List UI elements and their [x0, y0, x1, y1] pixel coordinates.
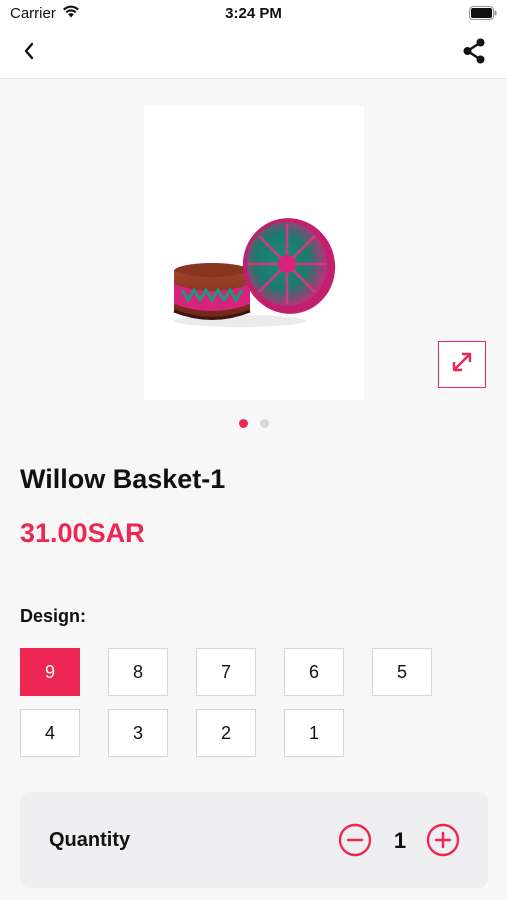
design-option-2[interactable]: 2: [196, 709, 256, 757]
share-icon: [462, 38, 486, 69]
quantity-card: Quantity 1: [20, 792, 488, 888]
pager-dot-2[interactable]: [259, 419, 269, 428]
design-option-6[interactable]: 6: [284, 648, 344, 696]
minus-circle-icon: [338, 823, 372, 861]
quantity-label: Quantity: [49, 829, 131, 851]
expand-icon: [449, 349, 475, 380]
back-button[interactable]: [12, 36, 46, 70]
product-title: Willow Basket-1: [20, 464, 226, 494]
design-option-3[interactable]: 3: [108, 709, 168, 757]
design-option-1[interactable]: 1: [284, 709, 344, 757]
nav-bar: [0, 28, 507, 79]
status-bar: Carrier 3:24 PM: [0, 0, 507, 28]
design-option-4[interactable]: 4: [20, 709, 80, 757]
design-option-9[interactable]: 9: [20, 648, 80, 696]
plus-circle-icon: [426, 823, 460, 861]
design-option-7[interactable]: 7: [196, 648, 256, 696]
product-price: 31.00SAR: [20, 518, 145, 548]
design-label: Design:: [20, 606, 87, 626]
share-button[interactable]: [457, 36, 491, 70]
decrease-quantity-button[interactable]: [338, 823, 372, 857]
image-pager: [0, 419, 507, 428]
quantity-value: 1: [393, 828, 407, 853]
product-image[interactable]: [144, 106, 364, 400]
battery-icon: [469, 6, 497, 24]
increase-quantity-button[interactable]: [426, 823, 460, 857]
design-option-5[interactable]: 5: [372, 648, 432, 696]
clock: 3:24 PM: [225, 5, 282, 22]
pager-dot-1[interactable]: [238, 419, 248, 428]
chevron-left-icon: [23, 42, 35, 65]
design-option-8[interactable]: 8: [108, 648, 168, 696]
willow-basket-image: [173, 218, 336, 327]
expand-image-button[interactable]: [438, 341, 486, 388]
